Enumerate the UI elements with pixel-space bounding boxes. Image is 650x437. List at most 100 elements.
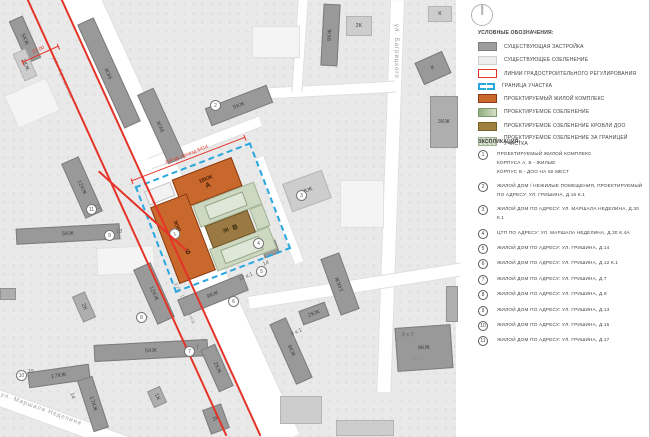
explication-marker: 9 (104, 230, 115, 241)
courtyard (340, 180, 384, 228)
explication-number: 7 (478, 275, 488, 285)
building: К (414, 51, 451, 85)
building: 3КЖ (430, 96, 458, 148)
courtyard (252, 26, 300, 58)
legend-label: ПРОЕКТИРУЕМЫЙ ЖИЛОЙ КОМПЛЕКС (504, 96, 604, 102)
elevation-label: 157.6 (412, 356, 425, 362)
explication-row: 11 ЖИЛОЙ ДОМ ПО АДРЕСУ: УЛ. ГРИШИНА, Д.17 (478, 336, 646, 346)
explication-marker: 4 (253, 238, 264, 249)
explication-row: 1 ПРОЕКТИРУЕМЫЙ ЖИЛОЙ КОМПЛЕКС КОРПУСА А… (478, 150, 646, 177)
explication-line: ЖИЛОЙ ДОМ ПО АДРЕСУ: УЛ. ГРИШИНА, Д.7 (497, 275, 607, 285)
explication-line: ПРОЕКТИРУЕМЫЙ ЖИЛОЙ КОМПЛЕКС (497, 150, 592, 159)
legend-label: ПРОЕКТИРУЕМОЕ ОЗЕЛЕНЕНИЕ КРОВЛИ ДОО (504, 123, 626, 129)
corpus-v-floors: 3К (222, 227, 230, 235)
building-label: 5КЖ (232, 101, 246, 111)
building: 2КЖ (298, 302, 329, 326)
explication-marker: 3 (296, 190, 307, 201)
legend-row: ПРОЕКТИРУЕМОЕ ОЗЕЛЕНЕНИЕ (478, 108, 650, 117)
building (0, 288, 16, 300)
building: 9КЖ (269, 317, 312, 385)
explication-line: ЖИЛОЙ ДОМ ПО АДРЕСУ: УЛ. ГРИШИНА, Д.17 (497, 336, 609, 346)
explication-line: ЖИЛОЙ ДОМ ПО АДРЕСУ: УЛ. ГРИШИНА, Д.14 (497, 244, 609, 254)
building (446, 286, 458, 322)
building (336, 420, 394, 436)
building: 3К (202, 403, 230, 434)
road-top-right (255, 81, 395, 100)
legend-label: ЛИНИИ ГРАДОСТРОИТЕЛЬНОГО РЕГУЛИРОВАНИЯ (504, 71, 636, 77)
explication-heading: ЭКСПЛИКАЦИЯ: (478, 139, 520, 145)
legend-heading: УСЛОВНЫЕ ОБОЗНАЧЕНИЯ: (478, 30, 554, 36)
corpus-a-name: А (205, 182, 212, 190)
building-label: 5КЖ (145, 347, 158, 354)
building-label: 5КЖ (20, 33, 30, 47)
explication-number: 11 (478, 336, 488, 346)
explication-line: КОРПУС В - ДОО НА 50 МЕСТ (497, 168, 592, 177)
explication-number: 1 (478, 150, 488, 160)
explication-items: 1 ПРОЕКТИРУЕМЫЙ ЖИЛОЙ КОМПЛЕКС КОРПУСА А… (478, 150, 646, 352)
swatch-roof-greenery-doo (478, 122, 497, 131)
legend-label: ГРАНИЦА УЧАСТКА (502, 83, 552, 89)
explication-line: ЖИЛОЙ ДОМ ПО АДРЕСУ: УЛ. ГРИШИНА, Д.9 (497, 290, 607, 300)
map-canvas: 5КЖ 12КЖ 5КЖ 12КЖ 2К 17КЖ 5КЖ 17КЖ 1К 2К… (0, 0, 456, 437)
swatch-existing-buildings (478, 42, 497, 51)
site-plan-drawing: 5КЖ 12КЖ 5КЖ 12КЖ 2К 17КЖ 5КЖ 17КЖ 1К 2К… (0, 0, 650, 437)
explication-row: 5 ЖИЛОЙ ДОМ ПО АДРЕСУ: УЛ. ГРИШИНА, Д.14 (478, 244, 646, 254)
explication-row: 7 ЖИЛОЙ ДОМ ПО АДРЕСУ: УЛ. ГРИШИНА, Д.7 (478, 275, 646, 285)
building-label: 2К (356, 23, 363, 29)
explication-marker: 10 (16, 370, 27, 381)
legend-row: ЛИНИИ ГРАДОСТРОИТЕЛЬНОГО РЕГУЛИРОВАНИЯ (478, 69, 650, 78)
explication-row: 4ЦТП ПО АДРЕСУ: УЛ. МАРШАЛА НЕДЕЛИНА, Д.… (478, 229, 646, 239)
legend-label: ПРОЕКТИРУЕМОЕ ОЗЕЛЕНЕНИЕ ЗА ГРАНИЦЕЙ УЧА… (504, 135, 650, 147)
explication-number: 9 (478, 306, 488, 316)
building: 2К (72, 291, 96, 322)
explication-row: 6 ЖИЛОЙ ДОМ ПО АДРЕСУ: УЛ. ГРИШИНА, Д.12 … (478, 259, 646, 269)
explication-number: 6 (478, 259, 488, 269)
building-label: 9КЖ (206, 290, 220, 300)
swatch-site-boundary (478, 83, 495, 90)
explication-number: 2 (478, 182, 488, 192)
house-number: 14 (68, 392, 76, 400)
building-label: 2КЖ (212, 361, 222, 375)
explication-marker: 8 (136, 312, 147, 323)
building-label: 1К (153, 393, 161, 402)
building: К (428, 6, 452, 22)
explication-marker: 2 (210, 100, 221, 111)
legend-row: ПРОЕКТИРУЕМОЕ ОЗЕЛЕНЕНИЕ КРОВЛИ ДОО (478, 122, 650, 131)
building-label: 12КЖ (76, 179, 88, 196)
explication-text: ПРОЕКТИРУЕМЫЙ ЖИЛОЙ КОМПЛЕКС КОРПУСА А, … (497, 150, 592, 177)
explication-number: 8 (478, 290, 488, 300)
building-label: 2КЖ (307, 309, 321, 319)
house-number: 7 (196, 345, 199, 351)
explication-number: 5 (478, 244, 488, 254)
building: 2К (346, 16, 372, 36)
explication-number: 3 (478, 205, 488, 215)
building-label: 17КЖ (88, 396, 99, 413)
legend-row: ПРОЕКТИРУЕМЫЙ ЖИЛОЙ КОМПЛЕКС (478, 94, 650, 103)
explication-line: ЦТП ПО АДРЕСУ: УЛ. МАРШАЛА НЕДЕЛИНА, Д.3… (497, 229, 630, 239)
swatch-regulation-lines (478, 69, 497, 78)
building-label: 5КЖ (62, 231, 75, 238)
explication-marker: 7 (184, 346, 195, 357)
legend-row: ГРАНИЦА УЧАСТКА (478, 83, 650, 90)
legend-panel: УСЛОВНЫЕ ОБОЗНАЧЕНИЯ: СУЩЕСТВУЮЩАЯ ЗАСТР… (460, 0, 650, 437)
legend-label: СУЩЕСТВУЮЩЕЕ ОЗЕЛЕНЕНИЕ (504, 57, 588, 63)
legend-items: СУЩЕСТВУЮЩАЯ ЗАСТРОЙКА СУЩЕСТВУЮЩЕЕ ОЗЕЛ… (478, 42, 650, 152)
building-label: 9КЖ (418, 345, 431, 352)
explication-marker: 5 (256, 266, 267, 277)
swatch-existing-greenery (478, 56, 497, 65)
legend-label: ПРОЕКТИРУЕМОЕ ОЗЕЛЕНЕНИЕ (504, 109, 589, 115)
explication-line: ЖИЛОЙ ДОМ / НЕЖИЛЫЕ ПОМЕЩЕНИЯ, ПРОЕКТИРУ… (497, 182, 646, 200)
explication-line: КОРПУСА А, Б - ЖИЛЫЕ (497, 159, 592, 168)
explication-row: 9 ЖИЛОЙ ДОМ ПО АДРЕСУ: УЛ. ГРИШИНА, Д.13 (478, 306, 646, 316)
explication-line: ЖИЛОЙ ДОМ ПО АДРЕСУ: УЛ. ГРИШИНА, Д.13 (497, 306, 609, 316)
swatch-projected-complex (478, 94, 497, 103)
explication-row: 2 ЖИЛОЙ ДОМ / НЕЖИЛЫЕ ПОМЕЩЕНИЯ, ПРОЕКТИР… (478, 182, 646, 200)
legend-label: СУЩЕСТВУЮЩАЯ ЗАСТРОЙКА (504, 44, 584, 50)
building (280, 396, 322, 424)
building-label: 9КЖ (104, 66, 115, 80)
corpus-v-name: В (231, 223, 238, 231)
legend-row: СУЩЕСТВУЮЩАЯ ЗАСТРОЙКА (478, 42, 650, 51)
building-label: 9КЖ (327, 29, 334, 42)
explication-line: ЖИЛОЙ ДОМ ПО АДРЕСУ: УЛ. ГРИШИНА, Д.12 К… (497, 259, 618, 269)
explication-line: ЖИЛОЙ ДОМ ПО АДРЕСУ: УЛ. МАРШАЛА НЕДЕЛИН… (497, 205, 646, 223)
